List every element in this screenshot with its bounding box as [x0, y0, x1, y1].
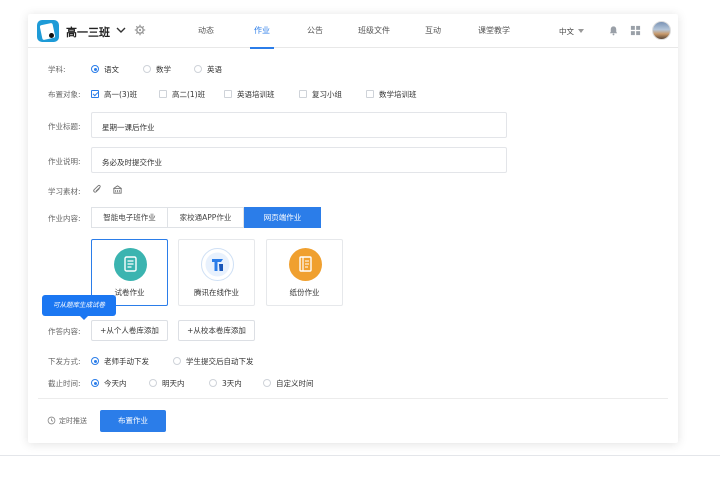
homework-card: 高一三班 动态 作业 公告 班级文件 互动 课堂教学 中文 学科: 语文 数学 …: [28, 14, 678, 443]
caret-down-icon[interactable]: [578, 29, 584, 33]
description-label: 作业说明:: [48, 157, 81, 166]
target-label: 布置对象:: [48, 90, 81, 99]
add-from-personal-button[interactable]: +从个人卷库添加: [91, 320, 168, 341]
tile-tencent[interactable]: 腾讯在线作业: [178, 239, 255, 306]
publish-homework-button[interactable]: 布置作业: [100, 410, 166, 432]
tencent-doc-icon: [201, 248, 234, 281]
scheduled-push-toggle[interactable]: 定时推送: [59, 416, 87, 426]
nav-interaction[interactable]: 互动: [425, 14, 441, 48]
target-class-4[interactable]: 复习小组: [312, 89, 342, 100]
nav-homework[interactable]: 作业: [250, 14, 274, 49]
radio-manual[interactable]: [91, 357, 99, 365]
option-auto[interactable]: 学生提交后自动下发: [186, 356, 254, 367]
subject-label: 学科:: [48, 65, 66, 74]
library-icon[interactable]: [112, 184, 123, 195]
page-divider: [0, 455, 720, 456]
checkbox-class-5[interactable]: [366, 90, 374, 98]
add-from-school-button[interactable]: +从校本卷库添加: [178, 320, 255, 341]
checkbox-class-1[interactable]: [91, 90, 99, 98]
nav-dynamics[interactable]: 动态: [198, 14, 214, 48]
checkbox-class-2[interactable]: [159, 90, 167, 98]
option-chinese[interactable]: 语文: [104, 64, 119, 75]
bell-icon[interactable]: [608, 25, 619, 36]
target-class-5[interactable]: 数学培训班: [379, 89, 417, 100]
checkbox-class-3[interactable]: [224, 90, 232, 98]
nav-classroom[interactable]: 课堂教学: [478, 14, 510, 48]
option-3days[interactable]: 3天内: [222, 378, 242, 389]
target-class-1[interactable]: 高一(3)班: [104, 89, 137, 100]
target-class-2[interactable]: 高二(1)班: [172, 89, 205, 100]
dispatch-label: 下发方式:: [48, 357, 81, 366]
radio-english[interactable]: [194, 65, 202, 73]
class-name[interactable]: 高一三班: [66, 24, 110, 40]
title-input-value: 星期一课后作业: [102, 123, 155, 132]
deadline-label: 截止时间:: [48, 379, 81, 388]
footer-divider: [38, 398, 668, 399]
radio-math[interactable]: [143, 65, 151, 73]
radio-chinese[interactable]: [91, 65, 99, 73]
radio-auto[interactable]: [173, 357, 181, 365]
radio-tomorrow[interactable]: [149, 379, 157, 387]
nav-class-files[interactable]: 班级文件: [358, 14, 390, 48]
scroll-icon: [114, 248, 147, 281]
title-label: 作业标题:: [48, 122, 81, 131]
tab-web[interactable]: 网页端作业: [244, 207, 321, 228]
tile-paper[interactable]: 纸份作业: [266, 239, 343, 306]
radio-today[interactable]: [91, 379, 99, 387]
apps-grid-icon[interactable]: [630, 25, 641, 36]
user-avatar[interactable]: [652, 21, 671, 40]
nav-announcement[interactable]: 公告: [307, 14, 323, 48]
notebook-icon: [289, 248, 322, 281]
option-today[interactable]: 今天内: [104, 378, 127, 389]
top-header: 高一三班 动态 作业 公告 班级文件 互动 课堂教学 中文: [28, 14, 678, 49]
materials-label: 学习素材:: [48, 187, 81, 196]
option-english[interactable]: 英语: [207, 64, 222, 75]
content-label: 作业内容:: [48, 214, 81, 223]
paperclip-icon[interactable]: [92, 184, 103, 195]
checkbox-class-4[interactable]: [299, 90, 307, 98]
tile-tencent-label: 腾讯在线作业: [194, 288, 239, 297]
tile-paper-label: 纸份作业: [289, 288, 320, 297]
title-input[interactable]: 星期一课后作业: [91, 112, 507, 138]
chevron-down-icon[interactable]: [115, 24, 127, 36]
description-input-value: 务必及时提交作业: [102, 158, 162, 167]
radio-3days[interactable]: [209, 379, 217, 387]
option-tomorrow[interactable]: 明天内: [162, 378, 185, 389]
tab-app[interactable]: 家校通APP作业: [167, 207, 244, 228]
language-selector[interactable]: 中文: [559, 26, 574, 37]
answer-content-label: 作答内容:: [48, 327, 81, 336]
tooltip: 可从题库生成试卷: [42, 295, 116, 320]
option-manual[interactable]: 老师手动下发: [104, 356, 149, 367]
option-math[interactable]: 数学: [156, 64, 171, 75]
app-logo-icon[interactable]: [37, 20, 59, 42]
target-class-3[interactable]: 英语培训班: [237, 89, 275, 100]
tab-smart-board[interactable]: 智能电子班作业: [91, 207, 168, 228]
gear-icon[interactable]: [134, 24, 146, 36]
clock-icon: [47, 416, 56, 425]
option-custom[interactable]: 自定义时间: [276, 378, 314, 389]
description-input[interactable]: 务必及时提交作业: [91, 147, 507, 173]
radio-custom[interactable]: [263, 379, 271, 387]
